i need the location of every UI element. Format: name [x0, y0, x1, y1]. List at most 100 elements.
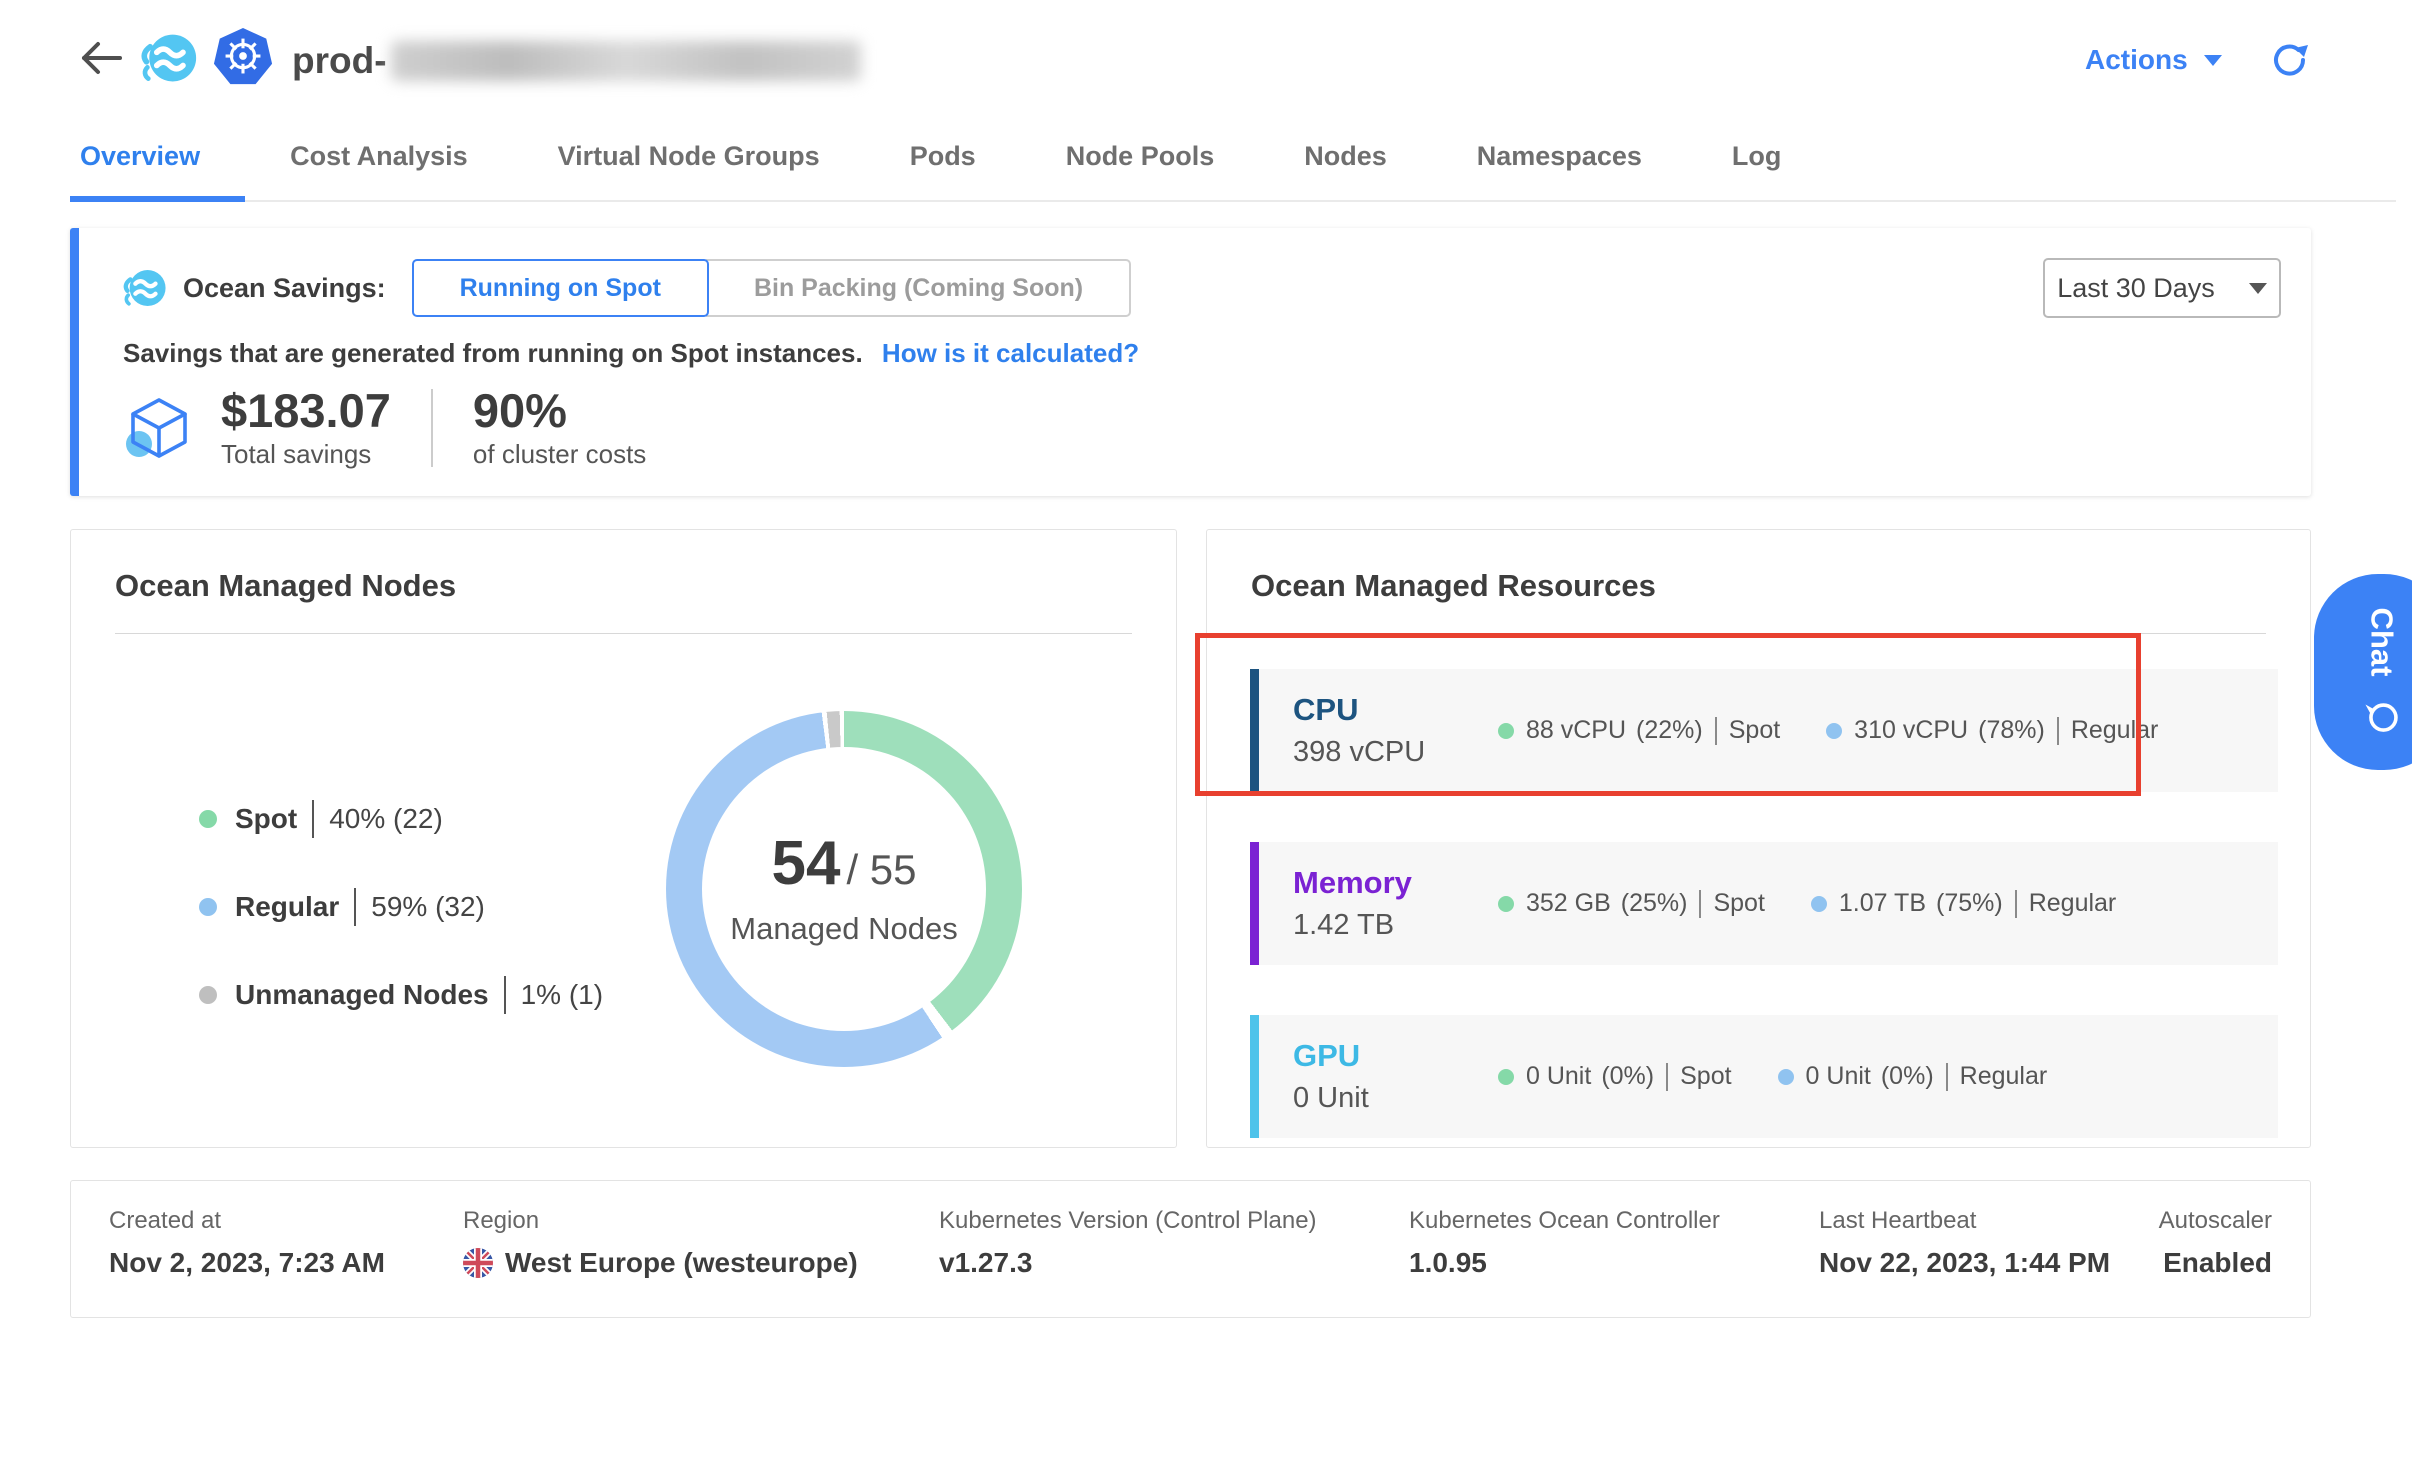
stat-amount: 310 vCPU	[1854, 716, 1968, 745]
period-dropdown-value: Last 30 Days	[2057, 273, 2215, 304]
footer-label: Created at	[109, 1207, 385, 1235]
regular-dot-icon	[1826, 723, 1842, 739]
regular-dot-icon	[1778, 1069, 1794, 1085]
footer-autoscaler: Autoscaler Enabled	[2159, 1207, 2272, 1279]
tab-namespaces[interactable]: Namespaces	[1432, 112, 1687, 200]
nodes-legend: Spot 40% (22) Regular 59% (32) Unmanaged…	[199, 800, 603, 1014]
stat-percent: (25%)	[1621, 889, 1688, 918]
kubernetes-logo-icon	[212, 26, 274, 88]
refresh-icon[interactable]	[2268, 38, 2312, 82]
spot-dot-icon	[1498, 896, 1514, 912]
regular-dot-icon	[1811, 896, 1827, 912]
managed-nodes-caption: Managed Nodes	[729, 909, 959, 949]
back-arrow-icon[interactable]	[78, 38, 126, 78]
tab-virtual-node-groups[interactable]: Virtual Node Groups	[513, 112, 865, 200]
divider	[1715, 717, 1717, 745]
tab-cost-analysis[interactable]: Cost Analysis	[245, 112, 513, 200]
gpu-label: GPU	[1293, 1038, 1498, 1074]
ocean-savings-card: Ocean Savings: Running on Spot Bin Packi…	[70, 228, 2311, 496]
running-on-spot-toggle[interactable]: Running on Spot	[412, 259, 709, 317]
legend-value: 59% (32)	[371, 891, 485, 923]
tab-bar: Overview Cost Analysis Virtual Node Grou…	[70, 112, 2396, 202]
ocean-logo-icon	[138, 28, 198, 88]
cluster-costs-caption: of cluster costs	[473, 439, 646, 470]
footer-k8s-version: Kubernetes Version (Control Plane) v1.27…	[939, 1207, 1317, 1279]
donut-center: 54 / 55 Managed Nodes	[702, 747, 986, 1031]
cpu-regular-stat: 310 vCPU (78%) Regular	[1826, 716, 2158, 745]
footer-value: Enabled	[2159, 1247, 2272, 1279]
spot-dot-icon	[1498, 1069, 1514, 1085]
footer-value: West Europe (westeurope)	[505, 1247, 858, 1279]
divider	[431, 389, 433, 467]
stat-kind: Regular	[2071, 716, 2159, 745]
footer-last-heartbeat: Last Heartbeat Nov 22, 2023, 1:44 PM	[1819, 1207, 2110, 1279]
stat-amount: 352 GB	[1526, 889, 1611, 918]
cluster-name-prefix: prod-	[292, 40, 387, 82]
divider	[1699, 890, 1701, 918]
legend-label: Spot	[235, 803, 297, 835]
stat-amount: 88 vCPU	[1526, 716, 1626, 745]
cluster-costs-block: 90% of cluster costs	[473, 386, 646, 470]
total-savings-value: $183.07	[221, 386, 391, 435]
cpu-total-value: 398 vCPU	[1293, 736, 1498, 769]
tab-nodes[interactable]: Nodes	[1259, 112, 1432, 200]
spot-dot-icon	[199, 810, 217, 828]
actions-button[interactable]: Actions	[2085, 44, 2222, 76]
managed-nodes-donut-chart: 54 / 55 Managed Nodes	[666, 711, 1022, 1067]
cube-icon	[123, 392, 195, 464]
managed-nodes-total: / 55	[846, 846, 916, 894]
legend-item-regular: Regular 59% (32)	[199, 888, 603, 926]
divider	[1251, 633, 2266, 634]
ocean-managed-resources-card: Ocean Managed Resources CPU 398 vCPU 88 …	[1206, 529, 2311, 1148]
footer-region: Region West Europe (westeurope)	[463, 1207, 858, 1279]
how-calculated-link[interactable]: How is it calculated?	[882, 338, 1139, 368]
savings-figures: $183.07 Total savings 90% of cluster cos…	[123, 386, 646, 470]
divider	[312, 800, 314, 838]
gpu-regular-stat: 0 Unit (0%) Regular	[1778, 1062, 2048, 1091]
bin-packing-toggle[interactable]: Bin Packing (Coming Soon)	[706, 259, 1131, 317]
footer-value: Nov 2, 2023, 7:23 AM	[109, 1247, 385, 1279]
stat-percent: (0%)	[1601, 1062, 1654, 1091]
cpu-label: CPU	[1293, 692, 1498, 728]
tab-pods[interactable]: Pods	[865, 112, 1021, 200]
ocean-savings-label: Ocean Savings:	[183, 273, 386, 304]
period-dropdown[interactable]: Last 30 Days	[2043, 258, 2281, 318]
divider	[354, 888, 356, 926]
footer-value: v1.27.3	[939, 1247, 1317, 1279]
actions-label: Actions	[2085, 44, 2188, 76]
tab-node-pools[interactable]: Node Pools	[1021, 112, 1260, 200]
divider	[2057, 717, 2059, 745]
footer-label: Autoscaler	[2159, 1207, 2272, 1235]
stat-kind: Spot	[1680, 1062, 1731, 1091]
spot-dot-icon	[1498, 723, 1514, 739]
total-savings-caption: Total savings	[221, 439, 391, 470]
resource-row-memory: Memory 1.42 TB 352 GB (25%) Spot 1.07 TB…	[1250, 842, 2278, 965]
savings-header-row: Ocean Savings: Running on Spot Bin Packi…	[121, 258, 2281, 318]
resource-row-gpu: GPU 0 Unit 0 Unit (0%) Spot 0 Unit (0%) …	[1250, 1015, 2278, 1138]
savings-mode-toggle: Running on Spot Bin Packing (Coming Soon…	[412, 259, 1132, 317]
stat-amount: 0 Unit	[1806, 1062, 1871, 1091]
footer-value: 1.0.95	[1409, 1247, 1720, 1279]
stat-percent: (0%)	[1881, 1062, 1934, 1091]
uk-flag-icon	[463, 1248, 493, 1278]
stat-percent: (78%)	[1978, 716, 2045, 745]
divider	[1666, 1063, 1668, 1091]
chat-button[interactable]: Chat	[2314, 574, 2412, 770]
memory-regular-stat: 1.07 TB (75%) Regular	[1811, 889, 2116, 918]
chevron-down-icon	[2204, 55, 2222, 66]
ocean-managed-nodes-card: Ocean Managed Nodes Spot 40% (22) Regula…	[70, 529, 1177, 1148]
chat-label: Chat	[2363, 608, 2399, 677]
ocean-savings-icon	[121, 265, 167, 311]
gpu-total-value: 0 Unit	[1293, 1082, 1498, 1115]
cluster-info-footer: Created at Nov 2, 2023, 7:23 AM Region W…	[70, 1180, 2311, 1318]
cluster-costs-percent: 90%	[473, 386, 646, 435]
regular-dot-icon	[199, 898, 217, 916]
tab-overview[interactable]: Overview	[70, 112, 245, 200]
stat-kind: Spot	[1713, 889, 1764, 918]
legend-value: 1% (1)	[521, 979, 603, 1011]
tab-log[interactable]: Log	[1687, 112, 1826, 200]
savings-description-text: Savings that are generated from running …	[123, 338, 863, 368]
legend-item-unmanaged: Unmanaged Nodes 1% (1)	[199, 976, 603, 1014]
divider	[504, 976, 506, 1014]
cpu-spot-stat: 88 vCPU (22%) Spot	[1498, 716, 1780, 745]
